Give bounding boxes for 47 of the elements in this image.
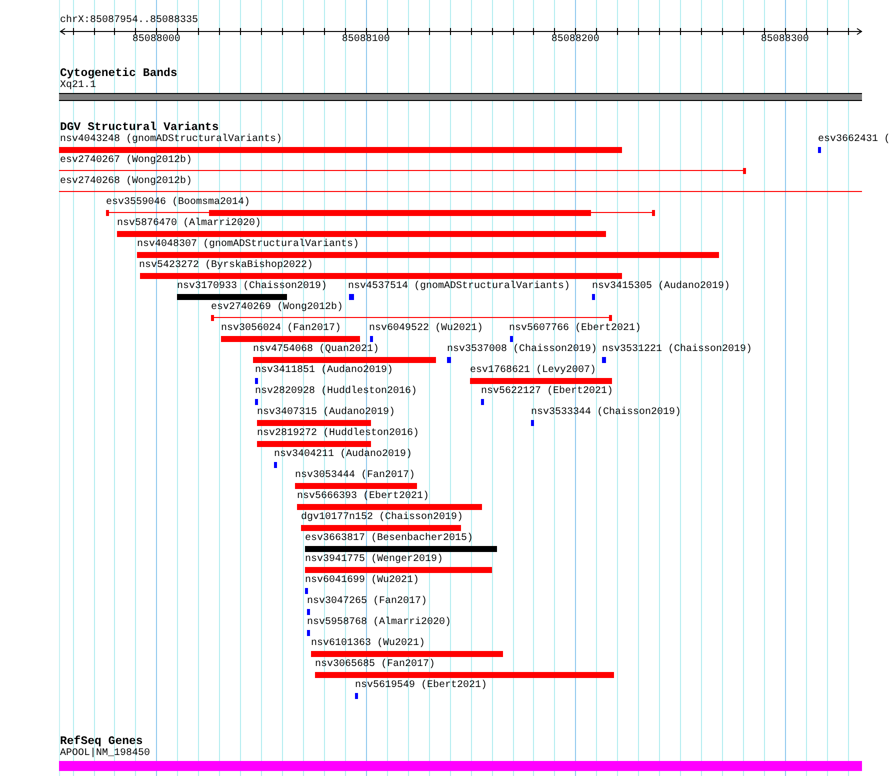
feature-label: nsv3941775 (Wenger2019) — [305, 554, 444, 566]
feature-label: nsv3065685 (Fan2017) — [315, 659, 436, 671]
feature-label: nsv5423272 (ByrskaBishop2022) — [139, 260, 314, 272]
feature-label: esv3662431 ( — [818, 134, 890, 146]
feature-label: nsv3411851 (Audano2019) — [255, 365, 394, 377]
tick-label: 85088000 — [132, 34, 180, 46]
feature-label: esv2740268 (Wong2012b) — [60, 176, 192, 188]
feature-label: nsv5876470 (Almarri2020) — [117, 218, 262, 230]
feature-label: nsv2819272 (Huddleston2016) — [257, 428, 420, 440]
gene-label: APOOL|NM_198450 — [60, 748, 150, 760]
feature-label: esv2740267 (Wong2012b) — [60, 155, 192, 167]
feature-label: nsv6041699 (Wu2021) — [305, 575, 420, 587]
feature-label: nsv4043248 (gnomADStructuralVariants) — [60, 134, 282, 146]
feature-label: esv2740269 (Wong2012b) — [211, 302, 344, 314]
tick-label: 85088200 — [551, 34, 600, 46]
track-title: RefSeq Genes — [60, 736, 143, 748]
feature-label: nsv5666393 (Ebert2021) — [297, 491, 430, 503]
feature-label: esv3663817 (Besenbacher2015) — [305, 533, 474, 545]
feature-label: nsv5958768 (Almarri2020) — [307, 617, 452, 629]
track-title: DGV Structural Variants — [60, 122, 219, 134]
tick-label: 85088300 — [760, 34, 809, 46]
feature-label: nsv3537008 (Chaisson2019) — [447, 344, 598, 356]
feature-label: nsv3053444 (Fan2017) — [295, 470, 416, 482]
feature-label: nsv3531221 (Chaisson2019) — [602, 344, 752, 356]
feature-label: nsv3533344 (Chaisson2019) — [531, 407, 682, 419]
feature-label: nsv3415305 (Audano2019) — [592, 281, 730, 293]
feature-label: nsv5622127 (Ebert2021) — [481, 386, 614, 398]
feature-label: nsv3056024 (Fan2017) — [221, 323, 342, 335]
track-title: Cytogenetic Bands — [60, 68, 178, 80]
feature-label: esv3559046 (Boomsma2014) — [106, 197, 250, 209]
feature-label: nsv3047265 (Fan2017) — [307, 596, 428, 608]
feature-label: nsv2820928 (Huddleston2016) — [255, 386, 418, 398]
feature-label: nsv4537514 (gnomADStructuralVariants) — [348, 281, 570, 293]
feature-label: nsv3407315 (Audano2019) — [257, 407, 396, 419]
feature-label: esv1768621 (Levy2007) — [470, 365, 596, 377]
tick-label: 85088100 — [342, 34, 390, 46]
feature-label: nsv5607766 (Ebert2021) — [509, 323, 642, 335]
feature-label: nsv6049522 (Wu2021) — [369, 323, 484, 335]
feature-label: nsv4754068 (Quan2021) — [253, 344, 380, 356]
feature-label: nsv6101363 (Wu2021) — [311, 638, 426, 650]
feature-label: nsv4048307 (gnomADStructuralVariants) — [137, 239, 360, 251]
feature-label: dgv10177n152 (Chaisson2019) — [301, 512, 464, 524]
feature-label: nsv5619549 (Ebert2021) — [355, 680, 488, 692]
feature-label: nsv3404211 (Audano2019) — [274, 449, 412, 461]
cytoband-label: Xq21.1 — [60, 80, 96, 92]
feature-label: nsv3170933 (Chaisson2019) — [177, 281, 328, 293]
location-label: chrX:85087954..85088335 — [60, 15, 198, 27]
